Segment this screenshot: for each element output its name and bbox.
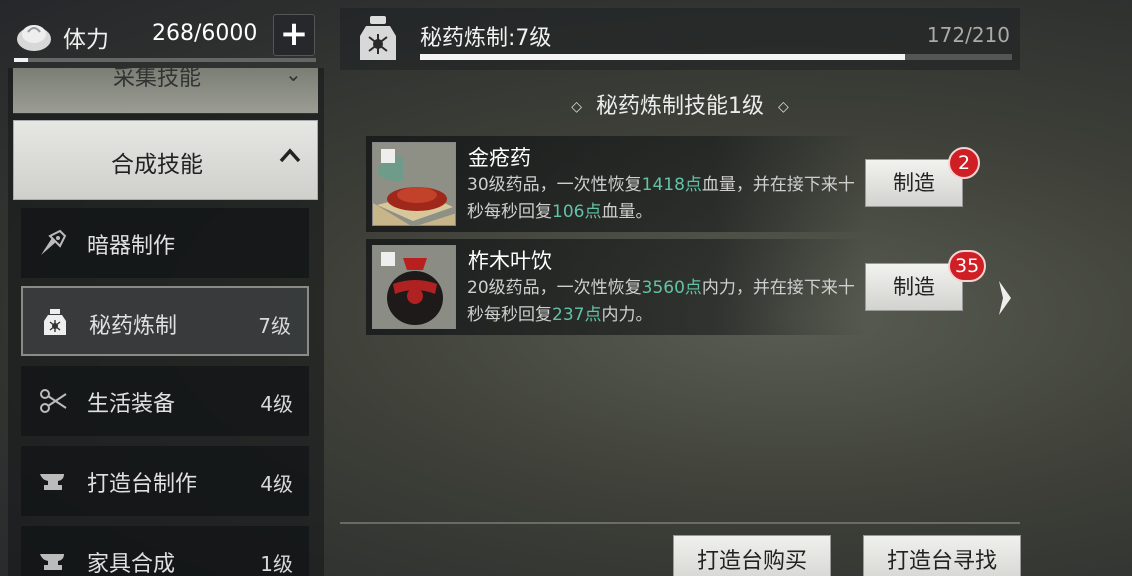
chevron-up-icon (279, 148, 301, 163)
buy-forge-table-button[interactable]: 打造台购买 (673, 535, 831, 576)
desc-value: 3560点 (641, 278, 702, 298)
desc-value: 237点 (552, 305, 602, 325)
skill-sidebar: 采集技能 ⌄ 合成技能 暗器制作 秘药炼制 7级 生活装备 4级 打造台制作 4… (8, 68, 324, 576)
recipe-name: 柞木叶饮 (468, 249, 552, 273)
anvil-icon (40, 474, 64, 490)
skill-progress-text: 172/210 (926, 23, 1010, 47)
recipe-description: 30级药品，一次性恢复1418点血量，并在接下来十秒每秒回复106点血量。 (467, 172, 867, 226)
skill-header: 秘药炼制:7级 172/210 (340, 8, 1020, 70)
stamina-value: 268/6000 (152, 21, 258, 46)
recipe-item-icon (372, 142, 456, 226)
skill-progress-fill (420, 54, 905, 60)
count-badge: 35 (948, 250, 987, 282)
sidebar-item-life-equipment[interactable]: 生活装备 4级 (21, 366, 309, 436)
section-heading: ◇ 秘药炼制技能1级 ◇ (340, 88, 1020, 120)
stamina-progress-fill (14, 58, 28, 62)
anvil-icon (40, 554, 64, 570)
stamina-progress-track (14, 58, 316, 62)
category-label: 合成技能 (111, 152, 203, 178)
sidebar-item-furniture[interactable]: 家具合成 1级 (21, 526, 309, 576)
sidebar-item-forge-table[interactable]: 打造台制作 4级 (21, 446, 309, 516)
stamina-bar: 体力 268/6000 + (8, 8, 318, 64)
add-stamina-button[interactable]: + (273, 14, 315, 56)
sidebar-item-secret-medicine[interactable]: 秘药炼制 7级 (21, 286, 309, 356)
diamond-icon: ◇ (571, 99, 582, 115)
sidebar-item-label: 秘药炼制 (89, 314, 178, 339)
recipe-row[interactable]: 柞木叶饮 20级药品，一次性恢复3560点内力，并在接下来十秒每秒回复237点内… (366, 239, 866, 335)
recipe-name: 金疮药 (468, 146, 531, 170)
category-label: 采集技能 (113, 68, 202, 91)
desc-value: 106点 (552, 202, 602, 222)
sidebar-item-level: 1级 (260, 552, 293, 576)
sidebar-item-label: 生活装备 (87, 392, 176, 417)
potion-jar-icon (360, 16, 396, 60)
sidebar-item-label: 家具合成 (87, 552, 176, 576)
desc-value: 1418点 (641, 175, 702, 195)
diamond-icon: ◇ (778, 99, 789, 115)
section-heading-text: 秘药炼制技能1级 (596, 94, 764, 119)
sidebar-item-level: 7级 (258, 314, 291, 338)
desc-text: 内力。 (601, 305, 653, 325)
category-gathering-skills[interactable]: 采集技能 ⌄ (13, 68, 318, 114)
chevron-right-icon[interactable] (996, 278, 1014, 318)
potion-jar-icon (44, 309, 66, 335)
sidebar-item-hidden-weapon[interactable]: 暗器制作 (21, 208, 309, 278)
recipe-row[interactable]: 金疮药 30级药品，一次性恢复1418点血量，并在接下来十秒每秒回复106点血量… (366, 136, 866, 232)
wine-jar-icon (373, 246, 455, 328)
scissors-icon (40, 389, 67, 413)
sidebar-item-label: 打造台制作 (87, 472, 198, 497)
sidebar-item-level: 4级 (260, 392, 293, 416)
skill-title: 秘药炼制:7级 (420, 26, 552, 51)
desc-text: 30级药品，一次性恢复 (467, 175, 642, 195)
category-crafting-skills[interactable]: 合成技能 (13, 120, 318, 200)
dart-icon (41, 229, 67, 255)
desc-text: 血量。 (601, 202, 653, 222)
chevron-down-icon: ⌄ (285, 68, 302, 86)
recipe-item-icon (372, 245, 456, 329)
sidebar-item-level: 4级 (260, 472, 293, 496)
recipe-description: 20级药品，一次性恢复3560点内力，并在接下来十秒每秒回复237点内力。 (467, 275, 867, 329)
count-badge: 2 (948, 147, 980, 179)
divider (340, 522, 1020, 524)
medicine-powder-icon (373, 143, 455, 225)
skill-progress-track (420, 54, 1012, 60)
steamed-bun-icon (17, 25, 51, 51)
find-forge-table-button[interactable]: 打造台寻找 (863, 535, 1021, 576)
stamina-label: 体力 (63, 27, 109, 53)
desc-text: 20级药品，一次性恢复 (467, 278, 642, 298)
sidebar-item-label: 暗器制作 (87, 234, 176, 259)
